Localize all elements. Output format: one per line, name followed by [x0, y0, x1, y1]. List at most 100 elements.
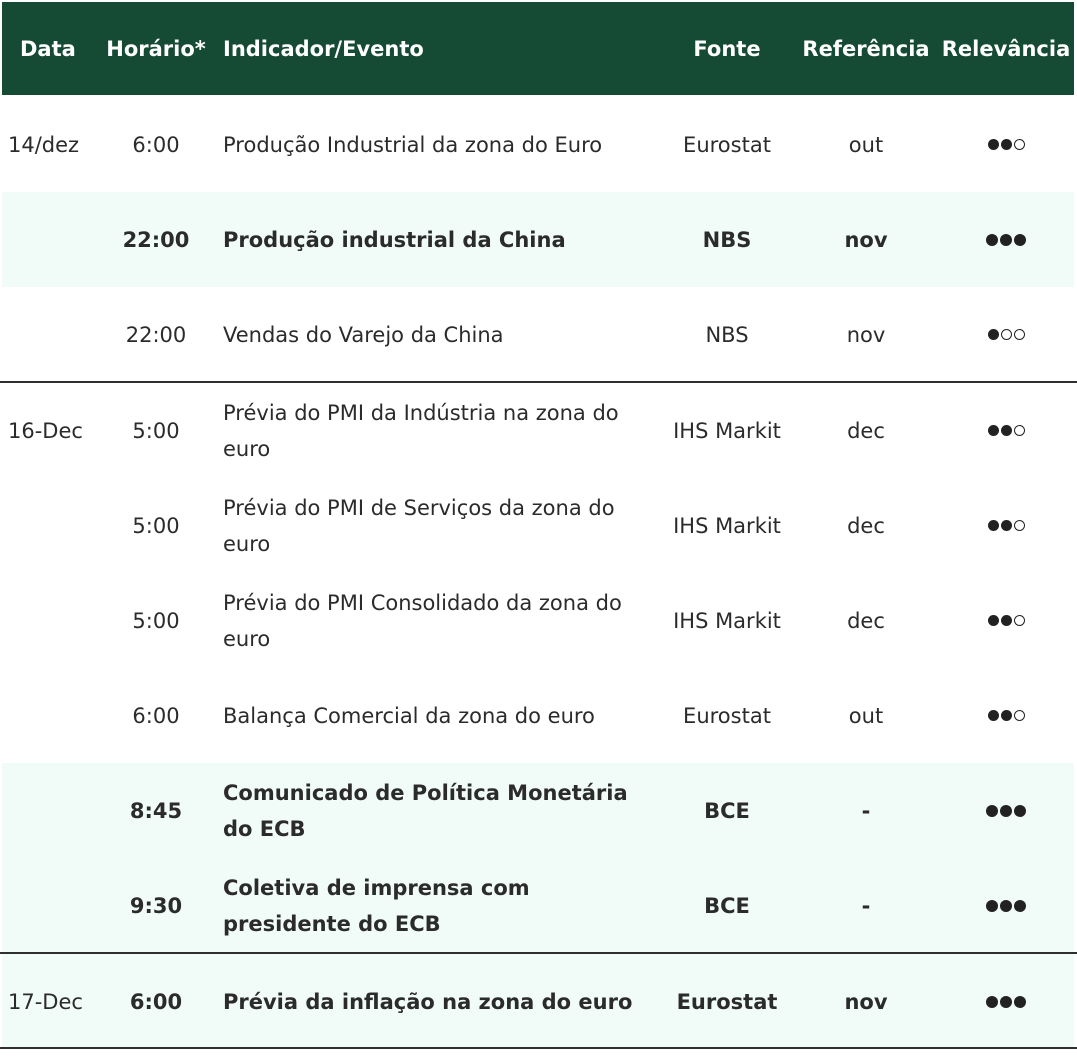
cell-source: NBS	[705, 322, 749, 347]
cell-event: Balança Comercial da zona do euro	[223, 703, 595, 728]
cell-event: Prévia da inflação na zona do euro	[223, 989, 633, 1014]
header-date: Data	[20, 36, 76, 61]
table-row: 9:30 Coletiva de imprensa com presidente…	[2, 858, 1074, 953]
filled-dot-icon	[1000, 615, 1012, 626]
cell-reference: dec	[847, 608, 885, 633]
filled-dot-icon	[1014, 995, 1026, 1008]
filled-dot-icon	[987, 520, 999, 531]
header-relevance: Relevância	[941, 36, 1071, 61]
relevance-dots-icon	[987, 520, 1025, 531]
filled-dot-icon	[987, 139, 999, 150]
header-event: Indicador/Evento	[223, 36, 424, 61]
cell-event: Produção industrial da China	[223, 227, 566, 252]
table-row: 6:00 Balança Comercial da zona do euro E…	[2, 668, 1074, 763]
cell-event: Vendas do Varejo da China	[223, 322, 504, 347]
cell-reference: nov	[844, 227, 888, 252]
filled-dot-icon	[1000, 804, 1012, 817]
header-time: Horário*	[106, 36, 206, 61]
filled-dot-icon	[1014, 233, 1026, 246]
table-row: 17-Dec 6:00 Prévia da inflação na zona d…	[2, 954, 1074, 1049]
table-row: 22:00 Produção industrial da China NBS n…	[2, 192, 1074, 287]
cell-time: 22:00	[125, 322, 187, 347]
empty-dot-icon	[1000, 329, 1012, 340]
cell-date: 14/dez	[8, 132, 80, 157]
filled-dot-icon	[987, 329, 999, 340]
cell-reference: dec	[847, 513, 885, 538]
cell-event: Prévia do PMI de Serviços da zona do eur…	[223, 495, 615, 556]
filled-dot-icon	[1000, 233, 1012, 246]
cell-time: 5:00	[132, 513, 180, 538]
cell-relevance	[942, 858, 1070, 953]
filled-dot-icon	[1000, 995, 1012, 1008]
empty-dot-icon	[1013, 425, 1025, 436]
filled-dot-icon	[1000, 520, 1012, 531]
header-source: Fonte	[693, 36, 761, 61]
empty-dot-icon	[1013, 615, 1025, 626]
table-row: 8:45 Comunicado de Política Monetária do…	[2, 763, 1074, 858]
relevance-dots-icon	[987, 425, 1025, 436]
cell-source: IHS Markit	[673, 513, 781, 538]
cell-date	[8, 573, 98, 668]
cell-event: Prévia do PMI da Indústria na zona do eu…	[223, 400, 619, 461]
cell-relevance	[942, 573, 1070, 668]
cell-source: IHS Markit	[673, 608, 781, 633]
relevance-dots-icon	[987, 329, 1025, 340]
filled-dot-icon	[986, 995, 998, 1008]
cell-event: Coletiva de imprensa com presidente do E…	[223, 875, 530, 936]
cell-source: Eurostat	[683, 703, 771, 728]
cell-reference: nov	[844, 989, 888, 1014]
table-row: 5:00 Prévia do PMI de Serviços da zona d…	[2, 478, 1074, 573]
relevance-dots-icon	[986, 995, 1026, 1008]
table-row: 5:00 Prévia do PMI Consolidado da zona d…	[2, 573, 1074, 668]
cell-relevance	[942, 478, 1070, 573]
cell-relevance	[942, 763, 1070, 858]
filled-dot-icon	[986, 233, 998, 246]
relevance-dots-icon	[986, 804, 1026, 817]
cell-time: 9:30	[129, 893, 183, 918]
cell-reference: out	[848, 132, 884, 157]
filled-dot-icon	[986, 899, 998, 912]
cell-time: 8:45	[129, 798, 183, 823]
table-row: 14/dez 6:00 Produção Industrial da zona …	[2, 97, 1074, 192]
filled-dot-icon	[987, 615, 999, 626]
table-row: 22:00 Vendas do Varejo da China NBS nov	[2, 287, 1074, 382]
cell-date: 16-Dec	[8, 418, 83, 443]
cell-source: NBS	[702, 227, 752, 252]
empty-dot-icon	[1013, 139, 1025, 150]
empty-dot-icon	[1013, 329, 1025, 340]
cell-date	[8, 287, 98, 382]
header-reference: Referência	[802, 36, 930, 61]
cell-reference: nov	[846, 322, 886, 347]
filled-dot-icon	[1014, 899, 1026, 912]
cell-event: Comunicado de Política Monetária do ECB	[223, 780, 628, 841]
cell-source: BCE	[704, 893, 750, 918]
cell-time: 5:00	[132, 608, 180, 633]
table-row: 16-Dec 5:00 Prévia do PMI da Indústria n…	[2, 383, 1074, 478]
cell-relevance	[942, 287, 1070, 382]
cell-reference: dec	[847, 418, 885, 443]
cell-time: 6:00	[129, 989, 183, 1014]
cell-date	[8, 858, 98, 953]
cell-relevance	[942, 192, 1070, 287]
cell-source: IHS Markit	[673, 418, 781, 443]
cell-relevance	[942, 668, 1070, 763]
cell-reference: out	[848, 703, 884, 728]
cell-date	[8, 763, 98, 858]
cell-relevance	[942, 383, 1070, 478]
table-bottom-rule	[0, 1047, 1077, 1049]
filled-dot-icon	[1000, 710, 1012, 721]
cell-date: 17-Dec	[8, 989, 83, 1014]
cell-time: 5:00	[132, 418, 180, 443]
filled-dot-icon	[1000, 425, 1012, 436]
filled-dot-icon	[987, 710, 999, 721]
filled-dot-icon	[1000, 899, 1012, 912]
cell-time: 6:00	[132, 132, 180, 157]
cell-source: BCE	[704, 798, 750, 823]
empty-dot-icon	[1013, 520, 1025, 531]
filled-dot-icon	[1014, 804, 1026, 817]
cell-date	[8, 478, 98, 573]
cell-reference: -	[861, 798, 871, 823]
empty-dot-icon	[1013, 710, 1025, 721]
filled-dot-icon	[986, 804, 998, 817]
relevance-dots-icon	[986, 233, 1026, 246]
